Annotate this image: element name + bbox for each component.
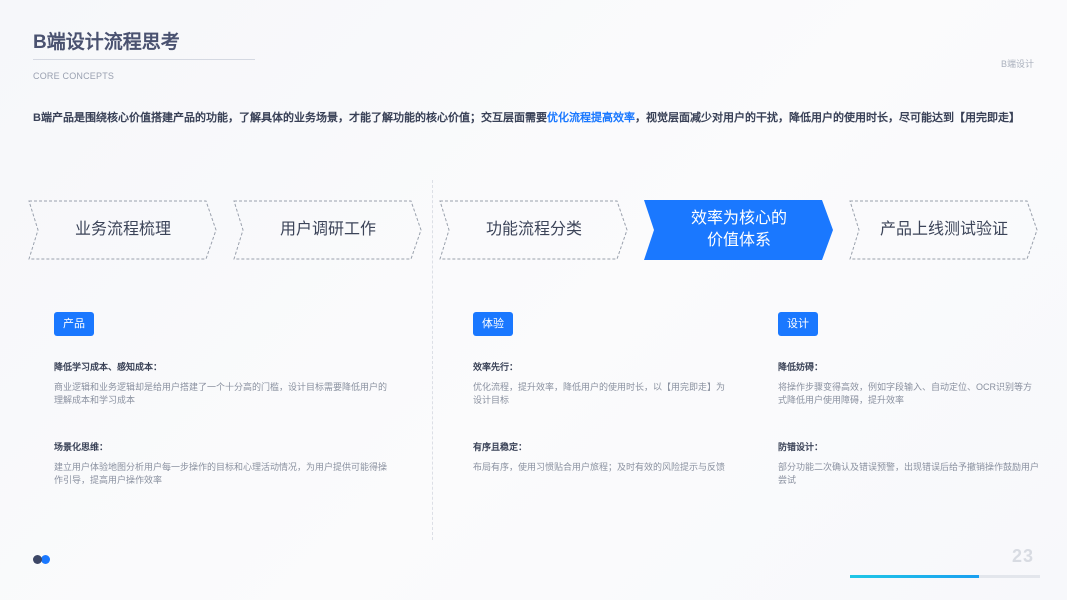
page-number: 23 xyxy=(1011,546,1034,566)
step-label: 效率为核心的 价值体系 xyxy=(690,210,787,249)
column-experience: 体验 效率先行： 优化流程，提升效率，降低用户的使用时长，以【用完即走】为设计目… xyxy=(473,312,733,492)
progress-bar xyxy=(850,575,1040,578)
step-label: 产品上线测试验证 xyxy=(879,221,1008,238)
slide-title: B端设计流程思考 xyxy=(33,32,180,53)
process-step-5: 产品上线测试验证 xyxy=(849,200,1039,260)
column-item: 降低妨碍： 将操作步骤变得高效，例如字段输入、自动定位、OCR识别等方式降低用户… xyxy=(778,360,1040,407)
intro-text-before: B端产品是围绕核心价值搭建产品的功能，了解具体的业务场景，才能了解功能的核心价值… xyxy=(33,112,547,124)
process-step-1: 业务流程梳理 xyxy=(28,200,218,260)
item-description: 建立用户体验地图分析用户每一步操作的目标和心理活动情况，为用户提供可能得操作引导… xyxy=(54,462,388,485)
item-description: 商业逻辑和业务逻辑却是给用户搭建了一个十分高的门槛，设计目标需要降低用户的理解成… xyxy=(54,382,388,405)
column-item: 有序且稳定： 布局有序，使用习惯贴合用户旅程；及时有效的风险提示与反馈 xyxy=(473,440,733,474)
column-design: 设计 降低妨碍： 将操作步骤变得高效，例如字段输入、自动定位、OCR识别等方式降… xyxy=(778,312,1040,492)
intro-text-after: ，视觉层面减少对用户的干扰，降低用户的使用时长，尽可能达到【用完即走】 xyxy=(634,112,1020,124)
item-description: 将操作步骤变得高效，例如字段输入、自动定位、OCR识别等方式降低用户使用障碍，提… xyxy=(778,382,1033,405)
slide-subtitle: CORE CONCEPTS xyxy=(33,71,115,81)
intro-paragraph: B端产品是围绕核心价值搭建产品的功能，了解具体的业务场景，才能了解功能的核心价值… xyxy=(33,109,1043,125)
column-item: 防错设计： 部分功能二次确认及错误预警，出现错误后给予撤销操作鼓励用户尝试 xyxy=(778,440,1040,487)
column-item: 场景化思维： 建立用户体验地图分析用户每一步操作的目标和心理活动情况，为用户提供… xyxy=(54,440,394,487)
item-description: 优化流程，提升效率，降低用户的使用时长，以【用完即走】为设计目标 xyxy=(473,382,726,405)
column-item: 效率先行： 优化流程，提升效率，降低用户的使用时长，以【用完即走】为设计目标 xyxy=(473,360,733,407)
process-step-4-active: 效率为核心的 价值体系 xyxy=(644,200,834,260)
step-label: 用户调研工作 xyxy=(279,221,376,238)
title-underline xyxy=(33,59,255,60)
column-product: 产品 降低学习成本、感知成本： 商业逻辑和业务逻辑却是给用户搭建了一个十分高的门… xyxy=(54,312,394,492)
badge-design: 设计 xyxy=(778,312,818,336)
item-title: 降低妨碍： xyxy=(778,362,824,372)
item-title: 场景化思维： xyxy=(54,442,109,452)
process-step-2: 用户调研工作 xyxy=(233,200,423,260)
step-label: 业务流程梳理 xyxy=(74,221,171,238)
column-item: 降低学习成本、感知成本： 商业逻辑和业务逻辑却是给用户搭建了一个十分高的门槛，设… xyxy=(54,360,394,407)
item-title: 降低学习成本、感知成本： xyxy=(54,362,163,372)
step-label: 功能流程分类 xyxy=(485,221,582,238)
badge-experience: 体验 xyxy=(473,312,513,336)
item-title: 防错设计： xyxy=(778,442,824,452)
progress-bar-fill xyxy=(850,575,980,578)
brand-dots-icon xyxy=(33,555,53,565)
process-steps: 业务流程梳理 用户调研工作 功能流程分类 效率为核心的 价值体系 产品上线测试验证 xyxy=(0,200,1067,260)
intro-highlight: 优化流程提高效率 xyxy=(546,112,635,124)
item-description: 部分功能二次确认及错误预警，出现错误后给予撤销操作鼓励用户尝试 xyxy=(778,462,1040,485)
item-title: 效率先行： xyxy=(473,362,519,372)
item-title: 有序且稳定： xyxy=(473,442,528,452)
item-description: 布局有序，使用习惯贴合用户旅程；及时有效的风险提示与反馈 xyxy=(473,462,726,472)
badge-product: 产品 xyxy=(54,312,94,336)
process-step-3: 功能流程分类 xyxy=(439,200,629,260)
section-tag: B端设计 xyxy=(1000,59,1034,69)
